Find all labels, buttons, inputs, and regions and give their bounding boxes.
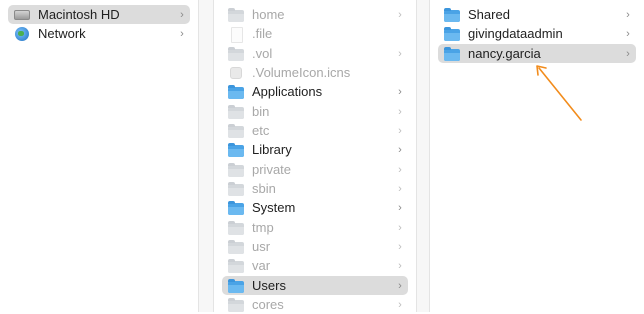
row-label: Applications <box>252 84 323 99</box>
column-macintosh-hd: home › .file .vol › .VolumeIcon.icns App… <box>214 0 416 312</box>
chevron-right-icon: › <box>398 47 402 60</box>
chevron-right-icon: › <box>398 85 402 98</box>
row-label: tmp <box>252 220 274 235</box>
row-sbin[interactable]: sbin › <box>222 179 408 198</box>
row-label: var <box>252 258 271 273</box>
chevron-right-icon: › <box>626 47 630 60</box>
row-label: Users <box>252 278 286 293</box>
row-shared[interactable]: Shared › <box>438 5 636 24</box>
chevron-right-icon: › <box>398 259 402 272</box>
row-label: .vol <box>252 46 273 61</box>
row-file[interactable]: .file <box>222 24 408 43</box>
folder-icon <box>228 104 244 120</box>
row-library[interactable]: Library › <box>222 140 408 159</box>
row-label: Shared <box>468 7 510 22</box>
chevron-right-icon: › <box>398 279 402 292</box>
home-folder-icon <box>444 46 460 62</box>
chevron-right-icon: › <box>398 8 402 21</box>
users-folder-icon <box>228 278 244 294</box>
applications-folder-icon <box>228 84 244 100</box>
folder-icon <box>228 220 244 236</box>
chevron-right-icon: › <box>180 8 184 21</box>
row-givingdataadmin[interactable]: givingdataadmin › <box>438 24 636 43</box>
row-network[interactable]: Network › <box>8 24 190 43</box>
row-home[interactable]: home › <box>222 5 408 24</box>
row-applications[interactable]: Applications › <box>222 82 408 101</box>
folder-icon <box>228 258 244 274</box>
row-macintosh-hd[interactable]: Macintosh HD › <box>8 5 190 24</box>
chevron-right-icon: › <box>398 201 402 214</box>
row-volumeicon[interactable]: .VolumeIcon.icns <box>222 63 408 82</box>
folder-icon <box>444 7 460 23</box>
folder-icon <box>228 7 244 23</box>
row-label: home <box>252 7 285 22</box>
row-label: bin <box>252 104 270 119</box>
row-label: Network <box>38 26 86 41</box>
row-label: cores <box>252 297 284 312</box>
folder-icon <box>228 181 244 197</box>
row-var[interactable]: var › <box>222 256 408 275</box>
row-label: System <box>252 200 296 215</box>
row-label: etc <box>252 123 270 138</box>
folder-icon <box>228 297 244 313</box>
folder-icon <box>228 46 244 62</box>
chevron-right-icon: › <box>398 221 402 234</box>
row-cores[interactable]: cores › <box>222 295 408 314</box>
row-etc[interactable]: etc › <box>222 121 408 140</box>
chevron-right-icon: › <box>180 27 184 40</box>
folder-icon <box>444 26 460 42</box>
row-label: Macintosh HD <box>38 7 120 22</box>
chevron-right-icon: › <box>626 27 630 40</box>
row-tmp[interactable]: tmp › <box>222 218 408 237</box>
hard-drive-icon <box>14 7 30 23</box>
row-label: sbin <box>252 181 276 196</box>
chevron-right-icon: › <box>398 124 402 137</box>
chevron-right-icon: › <box>398 240 402 253</box>
library-folder-icon <box>228 142 244 158</box>
system-folder-icon <box>228 200 244 216</box>
row-label: Library <box>252 142 292 157</box>
column-gap <box>199 0 214 312</box>
row-usr[interactable]: usr › <box>222 237 408 256</box>
chevron-right-icon: › <box>398 143 402 156</box>
column-locations: Macintosh HD › Network › <box>0 0 198 312</box>
row-private[interactable]: private › <box>222 160 408 179</box>
folder-icon <box>228 123 244 139</box>
icns-file-icon <box>228 65 244 81</box>
row-label: .VolumeIcon.icns <box>252 65 351 80</box>
row-label: usr <box>252 239 271 254</box>
network-globe-icon <box>14 26 30 42</box>
column-users: Shared › givingdataadmin › nancy.garcia … <box>430 0 644 312</box>
chevron-right-icon: › <box>398 298 402 311</box>
file-icon <box>228 26 244 43</box>
row-label: .file <box>252 26 273 41</box>
chevron-right-icon: › <box>626 8 630 21</box>
row-label: givingdataadmin <box>468 26 563 41</box>
row-bin[interactable]: bin › <box>222 102 408 121</box>
row-vol[interactable]: .vol › <box>222 44 408 63</box>
row-nancy-garcia[interactable]: nancy.garcia › <box>438 44 636 63</box>
folder-icon <box>228 239 244 255</box>
chevron-right-icon: › <box>398 163 402 176</box>
chevron-right-icon: › <box>398 105 402 118</box>
row-users[interactable]: Users › <box>222 276 408 295</box>
row-label: nancy.garcia <box>468 46 541 61</box>
row-label: private <box>252 162 292 177</box>
column-gap <box>417 0 429 312</box>
row-system[interactable]: System › <box>222 198 408 217</box>
folder-icon <box>228 162 244 178</box>
chevron-right-icon: › <box>398 182 402 195</box>
